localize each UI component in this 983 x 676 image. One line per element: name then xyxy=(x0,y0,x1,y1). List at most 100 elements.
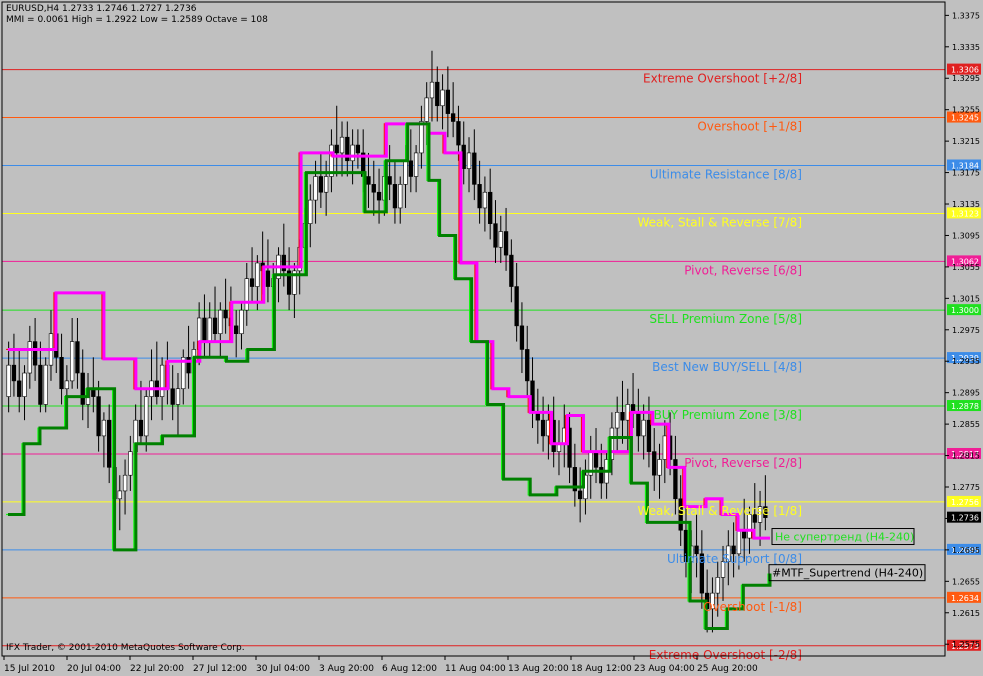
candle-body xyxy=(519,325,525,350)
candle-body xyxy=(212,317,218,335)
y-tick-label: 1.3055 xyxy=(952,263,980,272)
candle-body xyxy=(38,364,43,405)
candle-body xyxy=(593,451,599,468)
candle-body xyxy=(577,490,583,500)
x-tick-label: 11 Aug 04:00 xyxy=(445,664,506,674)
x-tick-label: 27 Jul 12:00 xyxy=(193,664,247,674)
level-name: Ultimate Resistance [8/8] xyxy=(650,168,802,182)
candle-body xyxy=(32,341,38,366)
x-tick-label: 13 Aug 20:00 xyxy=(508,664,569,674)
level-price-label: 1.3245 xyxy=(951,114,979,123)
y-tick-label: 1.3135 xyxy=(952,200,980,209)
candle-body xyxy=(255,262,260,287)
candle-body xyxy=(17,380,22,397)
candle-body xyxy=(186,356,191,374)
candle-body xyxy=(450,113,456,122)
y-tick-label: 1.2815 xyxy=(952,452,980,461)
candle-body xyxy=(403,160,408,185)
y-tick-label: 1.2575 xyxy=(952,640,980,649)
candle-body xyxy=(323,176,329,193)
candle-body xyxy=(636,412,641,437)
candle-body xyxy=(175,388,181,405)
candle-body xyxy=(339,136,345,154)
candle-body xyxy=(620,412,625,421)
current-price-label: 1.2736 xyxy=(951,514,979,523)
candle-body xyxy=(138,419,144,437)
level-name: Extreme Overshoot [+2/8] xyxy=(643,72,802,86)
price-chart[interactable]: Extreme Overshoot [+2/8] Overshoot [+1/8]… xyxy=(0,0,983,676)
candle-body xyxy=(599,467,604,484)
x-tick-label: 6 Aug 12:00 xyxy=(382,664,437,674)
candle-body xyxy=(673,459,678,500)
candle-body xyxy=(493,223,498,248)
candle-body xyxy=(207,317,212,342)
y-tick-label: 1.3375 xyxy=(952,11,980,20)
y-tick-label: 1.2935 xyxy=(952,357,980,366)
candle-body xyxy=(376,191,382,201)
candle-body xyxy=(503,231,509,256)
candle-body xyxy=(117,490,122,500)
candle-body xyxy=(159,364,165,397)
candle-body xyxy=(445,89,451,114)
indicator-label: Не супертренд (H4-240) xyxy=(775,531,914,544)
y-tick-label: 1.2615 xyxy=(952,609,980,618)
candle-body xyxy=(398,184,403,209)
y-tick-label: 1.2775 xyxy=(952,483,980,492)
candle-body xyxy=(498,231,503,248)
x-tick-label: 23 Aug 04:00 xyxy=(634,664,695,674)
level-name: Overshoot [-1/8] xyxy=(703,600,802,614)
candle-body xyxy=(392,184,398,209)
y-tick-label: 1.3215 xyxy=(952,137,980,146)
candle-body xyxy=(514,286,519,327)
candle-body xyxy=(334,144,339,154)
candle-body xyxy=(265,270,271,287)
y-tick-label: 1.3335 xyxy=(952,43,980,52)
candle-body xyxy=(424,97,429,122)
candle-body xyxy=(747,514,752,539)
candle-body xyxy=(96,396,101,437)
candle-body xyxy=(308,199,313,224)
level-price-label: 1.3000 xyxy=(951,306,979,315)
candle-body xyxy=(128,451,133,476)
candle-body xyxy=(366,176,371,185)
x-tick-label: 30 Jul 04:00 xyxy=(256,664,310,674)
y-tick-label: 1.3015 xyxy=(952,294,980,303)
y-tick-label: 1.2655 xyxy=(952,577,980,586)
candle-body xyxy=(371,184,376,193)
candle-body xyxy=(525,349,530,382)
candle-body xyxy=(652,451,657,476)
level-price-label: 1.2878 xyxy=(951,402,979,411)
candle-body xyxy=(144,396,149,437)
candle-body xyxy=(615,412,620,429)
candle-body xyxy=(202,317,207,342)
candle-body xyxy=(472,152,477,185)
candle-body xyxy=(22,372,27,397)
candle-body xyxy=(64,380,70,390)
y-tick-label: 1.2855 xyxy=(952,420,980,429)
candle-body xyxy=(43,364,48,405)
candle-body xyxy=(736,529,742,555)
mmi-info-header: MMI = 0.0061 High = 1.2922 Low = 1.2589 … xyxy=(6,15,268,25)
candle-body xyxy=(350,144,355,162)
level-name: Overshoot [+1/8] xyxy=(697,120,802,134)
copyright-footer: IFX Trader, © 2001-2010 MetaQuotes Softw… xyxy=(6,643,245,653)
level-name: Weak, Stall & Reverse [1/8] xyxy=(637,504,802,518)
candle-body xyxy=(509,254,514,287)
candle-body xyxy=(646,419,652,452)
candle-body xyxy=(223,309,228,319)
level-name: Pivot, Reverse [6/8] xyxy=(684,263,802,277)
x-tick-label: 3 Aug 20:00 xyxy=(319,664,374,674)
candle-body xyxy=(313,176,318,201)
level-price-label: 1.3123 xyxy=(951,209,979,218)
candle-body xyxy=(281,254,286,272)
candle-body xyxy=(477,184,482,209)
candle-body xyxy=(75,341,80,374)
candle-body xyxy=(419,121,424,154)
candle-body xyxy=(59,356,64,390)
candle-body xyxy=(318,176,324,193)
candle-body xyxy=(466,152,472,169)
level-name: SELL Premium Zone [5/8] xyxy=(649,312,802,326)
candle-body xyxy=(715,577,720,594)
candle-body xyxy=(413,152,419,177)
candle-body xyxy=(657,459,662,476)
